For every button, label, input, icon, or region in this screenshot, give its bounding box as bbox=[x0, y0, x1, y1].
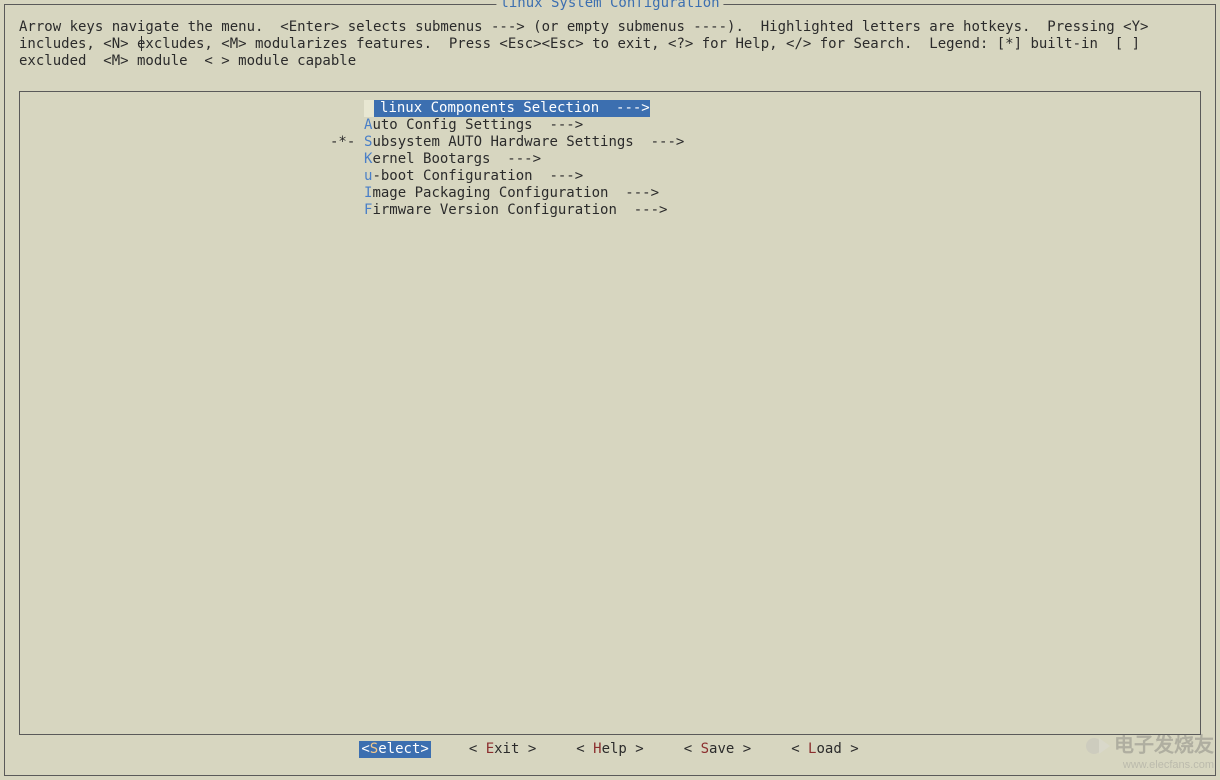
button-hotkey: E bbox=[486, 741, 494, 757]
watermark-text: 电子发烧友 bbox=[1114, 734, 1214, 756]
menu-item-label: -boot Configuration ---> bbox=[372, 168, 583, 184]
menu-item-prefix bbox=[330, 117, 364, 134]
button-load[interactable]: < Load > bbox=[789, 741, 860, 758]
menu-item-body: Image Packaging Configuration ---> bbox=[364, 185, 659, 202]
watermark: 电子发烧友 www.elecfans.com bbox=[1086, 735, 1214, 774]
button-help[interactable]: < Help > bbox=[574, 741, 645, 758]
menu-item-4[interactable]: u-boot Configuration ---> bbox=[330, 168, 684, 185]
button-hotkey: S bbox=[701, 741, 709, 757]
button-save[interactable]: < Save > bbox=[682, 741, 753, 758]
menu-list: linux Components Selection ---> Auto Con… bbox=[330, 100, 684, 219]
selection-indicator bbox=[364, 100, 374, 117]
button-label: oad bbox=[816, 741, 841, 757]
menu-item-prefix bbox=[330, 168, 364, 185]
menu-item-3[interactable]: Kernel Bootargs ---> bbox=[330, 151, 684, 168]
menu-item-2[interactable]: -*-Subsystem AUTO Hardware Settings ---> bbox=[330, 134, 684, 151]
menu-item-prefix bbox=[330, 202, 364, 219]
window-title: linux System Configuration bbox=[496, 0, 723, 12]
button-hotkey: S bbox=[370, 741, 378, 757]
button-label: xit bbox=[494, 741, 519, 757]
help-text: Arrow keys navigate the menu. <Enter> se… bbox=[19, 19, 1201, 70]
menu-item-body: Kernel Bootargs ---> bbox=[364, 151, 541, 168]
watermark-url: www.elecfans.com bbox=[1086, 757, 1214, 774]
menu-item-label: mage Packaging Configuration ---> bbox=[372, 185, 659, 201]
menu-item-body: Subsystem AUTO Hardware Settings ---> bbox=[364, 134, 684, 151]
menu-item-6[interactable]: Firmware Version Configuration ---> bbox=[330, 202, 684, 219]
button-hotkey: H bbox=[593, 741, 601, 757]
menu-item-prefix: -*- bbox=[330, 134, 364, 151]
button-select[interactable]: <Select> bbox=[359, 741, 430, 758]
menu-item-prefix bbox=[330, 151, 364, 168]
menu-item-0[interactable]: linux Components Selection ---> bbox=[330, 100, 684, 117]
menu-item-body: Auto Config Settings ---> bbox=[364, 117, 583, 134]
menu-item-prefix bbox=[330, 185, 364, 202]
window-frame: linux System Configuration Arrow keys na… bbox=[4, 4, 1216, 776]
menu-item-label: ubsystem AUTO Hardware Settings ---> bbox=[372, 134, 684, 150]
menu-item-body: Firmware Version Configuration ---> bbox=[364, 202, 667, 219]
menu-item-label: ernel Bootargs ---> bbox=[372, 151, 541, 167]
button-bar: <Select> < Exit > < Help > < Save > < Load > bbox=[5, 741, 1215, 758]
watermark-icon bbox=[1086, 735, 1112, 757]
button-label: elect bbox=[378, 741, 420, 757]
button-label: ave bbox=[709, 741, 734, 757]
menu-item-prefix bbox=[330, 100, 364, 117]
menu-item-5[interactable]: Image Packaging Configuration ---> bbox=[330, 185, 684, 202]
menu-item-label: uto Config Settings ---> bbox=[372, 117, 583, 133]
menu-item-body: linux Components Selection ---> bbox=[364, 100, 650, 117]
menu-item-label: irmware Version Configuration ---> bbox=[372, 202, 667, 218]
menu-item-body: u-boot Configuration ---> bbox=[364, 168, 583, 185]
button-label: elp bbox=[602, 741, 627, 757]
button-exit[interactable]: < Exit > bbox=[467, 741, 538, 758]
menu-item-1[interactable]: Auto Config Settings ---> bbox=[330, 117, 684, 134]
text-cursor bbox=[141, 36, 142, 51]
menu-item-label: inux Components Selection ---> bbox=[388, 100, 649, 116]
menu-frame: linux Components Selection ---> Auto Con… bbox=[19, 91, 1201, 735]
